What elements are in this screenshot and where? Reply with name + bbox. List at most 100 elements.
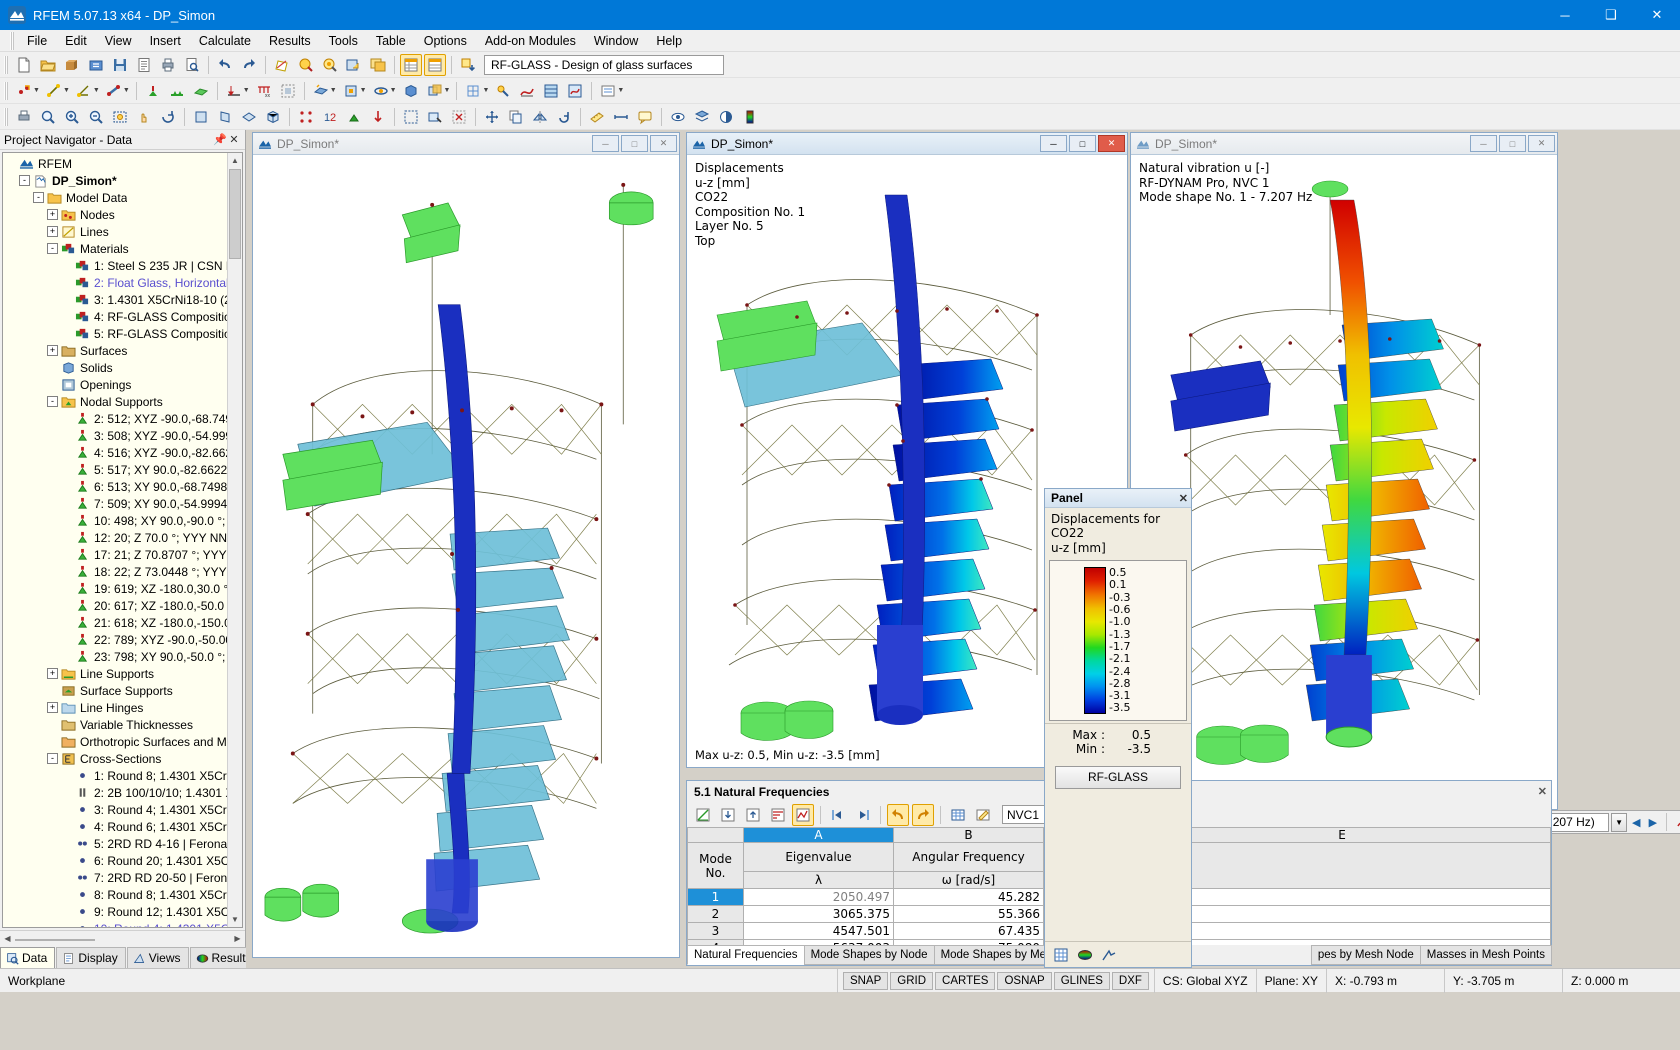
menu-item-help[interactable]: Help: [647, 32, 691, 50]
status-toggle-osnap[interactable]: OSNAP: [997, 971, 1052, 990]
menu-grip[interactable]: [10, 31, 15, 50]
table-redo-icon[interactable]: [912, 803, 934, 826]
cell-eigenvalue[interactable]: 5637.003: [743, 939, 894, 945]
rotate-object-icon[interactable]: [553, 106, 575, 128]
table-edit-icon[interactable]: [972, 804, 994, 826]
tree-node-8-round-8-1-4301-x5crni[interactable]: 8: Round 8; 1.4301 X5CrNi: [3, 886, 242, 903]
tree-node-nodes[interactable]: + Nodes: [3, 206, 242, 223]
grid-icon[interactable]: [1053, 947, 1069, 963]
view2-minimize-button[interactable]: ─: [1040, 135, 1067, 152]
table-filter-icon[interactable]: [767, 804, 789, 826]
cell-angular-frequency[interactable]: 45.282: [893, 888, 1044, 906]
print-results-icon[interactable]: [13, 106, 35, 128]
zoom-in-icon[interactable]: [61, 106, 83, 128]
tree-node-2-float-glass-horizontal[interactable]: 2: Float Glass, Horizontal (: [3, 274, 242, 291]
expand-icon[interactable]: +: [47, 209, 58, 220]
expand-icon[interactable]: +: [47, 345, 58, 356]
render-quality-icon[interactable]: [715, 106, 737, 128]
tree-node-materials[interactable]: - Materials: [3, 240, 242, 257]
view-rotate-icon[interactable]: [370, 80, 392, 102]
scroll-right-icon[interactable]: ▶: [230, 934, 245, 943]
navigator-tree[interactable]: RFEM - DP_Simon* - Model Data + Nodes + Lines - Ma…: [2, 152, 243, 928]
new-file-icon[interactable]: [13, 54, 35, 76]
display-nodes-icon[interactable]: [295, 106, 317, 128]
print-icon[interactable]: [157, 54, 179, 76]
tree-node-18-22-z-73-0448-yyy-ni[interactable]: 18: 22; Z 73.0448 °; YYY NI: [3, 563, 242, 580]
toolbar-grip-3[interactable]: [4, 107, 9, 126]
save-icon[interactable]: [109, 54, 131, 76]
table-graph-icon[interactable]: [692, 804, 714, 826]
tree-node-23-798-xy-90-0-50-0-yy[interactable]: 23: 798; XY 90.0,-50.0 °; YY: [3, 648, 242, 665]
new-nodal-load-icon[interactable]: [223, 80, 245, 102]
tree-node-10-498-xy-90-0-90-0-yy[interactable]: 10: 498; XY 90.0,-90.0 °; YY: [3, 512, 242, 529]
table-undo-icon[interactable]: [887, 803, 909, 826]
tree-node-lines[interactable]: + Lines: [3, 223, 242, 240]
tree-node-9-round-12-1-4301-x5crn[interactable]: 9: Round 12; 1.4301 X5CrN: [3, 903, 242, 920]
menu-item-window[interactable]: Window: [585, 32, 647, 50]
display-loads-icon[interactable]: [367, 106, 389, 128]
color-scale-icon[interactable]: [739, 106, 761, 128]
tree-node-line-hinges[interactable]: + Line Hinges: [3, 699, 242, 716]
view2-titlebar[interactable]: DP_Simon* ─ □ ✕: [687, 133, 1127, 155]
cell-mode-no[interactable]: 3: [687, 922, 744, 940]
move-icon[interactable]: [481, 106, 503, 128]
nav-tab-views[interactable]: Views: [126, 947, 189, 968]
model-view-window-3[interactable]: DP_Simon* ─ □ ✕ Natural vibration u [-] …: [1130, 132, 1558, 810]
status-toggle-dxf[interactable]: DXF: [1111, 971, 1149, 990]
cell-mode-no[interactable]: 1: [687, 888, 744, 906]
tree-node-4-round-6-1-4301-x5crni[interactable]: 4: Round 6; 1.4301 X5CrNi: [3, 818, 242, 835]
mirror-icon[interactable]: [529, 106, 551, 128]
menu-item-edit[interactable]: Edit: [56, 32, 96, 50]
tree-node-3-508-xyz-90-0-54-9994[interactable]: 3: 508; XYZ -90.0,-54.9994,: [3, 427, 242, 444]
rf-glass-button[interactable]: RF-GLASS: [1055, 765, 1181, 789]
tree-node-22-789-xyz-90-0-50-000[interactable]: 22: 789; XYZ -90.0,-50.000: [3, 631, 242, 648]
select-all-icon[interactable]: [400, 106, 422, 128]
view1-canvas[interactable]: [253, 155, 679, 957]
zoom-window-icon[interactable]: [37, 106, 59, 128]
tree-node-17-21-z-70-8707-yyy-ni[interactable]: 17: 21; Z 70.8707 °; YYY NI: [3, 546, 242, 563]
zoom-all-icon[interactable]: [109, 106, 131, 128]
tree-node-1-round-8-1-4301-x5crni[interactable]: 1: Round 8; 1.4301 X5CrNi: [3, 767, 242, 784]
view-3d-icon[interactable]: [400, 80, 422, 102]
cell-eigenvalue[interactable]: 4547.501: [743, 922, 894, 940]
view1-close-button[interactable]: ✕: [650, 135, 677, 152]
addon-module-icon[interactable]: [457, 54, 479, 76]
display-numbering-icon[interactable]: 12: [319, 106, 341, 128]
select-objects-icon[interactable]: [295, 54, 317, 76]
tree-node-10-round-4-1-4301-x5crn[interactable]: 10: Round 4; 1.4301 X5CrN: [3, 920, 242, 927]
cell-angular-frequency[interactable]: 55.366: [893, 905, 1044, 923]
mode-prev-icon[interactable]: ◀: [1629, 816, 1644, 829]
tree-node-dp-simon[interactable]: - DP_Simon*: [3, 172, 242, 189]
table-settings-icon[interactable]: [424, 53, 446, 76]
col-letter-e[interactable]: E: [1133, 827, 1551, 843]
print-preview-icon[interactable]: [181, 54, 203, 76]
panel-color-scale[interactable]: 0.5 0.1 -0.3 -0.6 -1.0 -1.3 -1.7 -2.1 -2.4 -2.8 -3…: [1049, 560, 1187, 721]
tree-node-12-20-z-70-0-yyy-nny[interactable]: 12: 20; Z 70.0 °; YYY NNY: [3, 529, 242, 546]
measure-icon[interactable]: [586, 106, 608, 128]
tree-node-model-data[interactable]: - Model Data: [3, 189, 242, 206]
new-line-variants-icon[interactable]: [73, 80, 95, 102]
tree-node-3-round-4-1-4301-x5crni[interactable]: 3: Round 4; 1.4301 X5CrNi: [3, 801, 242, 818]
pin-icon[interactable]: 📌: [213, 133, 227, 146]
model-view-window-1[interactable]: DP_Simon* ─ □ ✕: [252, 132, 680, 958]
table-prev-icon[interactable]: [827, 804, 849, 826]
cell-extra[interactable]: [1133, 888, 1551, 906]
tree-node-2-2b-100-10-10-1-4301-x5[interactable]: 2: 2B 100/10/10; 1.4301 X5: [3, 784, 242, 801]
expand-icon[interactable]: +: [47, 226, 58, 237]
collapse-icon[interactable]: -: [47, 396, 58, 407]
results-surfaces-icon[interactable]: [540, 80, 562, 102]
dimension-icon[interactable]: [610, 106, 632, 128]
view-side-icon[interactable]: [214, 106, 236, 128]
tree-node-20-617-xz-180-0-50-0[interactable]: 20: 617; XZ -180.0,-50.0 °;: [3, 597, 242, 614]
view3-maximize-button[interactable]: □: [1499, 135, 1526, 152]
menu-item-insert[interactable]: Insert: [141, 32, 190, 50]
menu-item-view[interactable]: View: [96, 32, 141, 50]
menu-item-file[interactable]: File: [18, 32, 56, 50]
nav-tab-data[interactable]: Data: [0, 947, 56, 968]
status-toggle-snap[interactable]: SNAP: [842, 971, 889, 990]
menu-item-tools[interactable]: Tools: [320, 32, 367, 50]
navigator-vscrollbar[interactable]: ▲ ▼: [227, 153, 242, 927]
view3-minimize-button[interactable]: ─: [1470, 135, 1497, 152]
menu-item-results[interactable]: Results: [260, 32, 320, 50]
collapse-icon[interactable]: -: [33, 192, 44, 203]
